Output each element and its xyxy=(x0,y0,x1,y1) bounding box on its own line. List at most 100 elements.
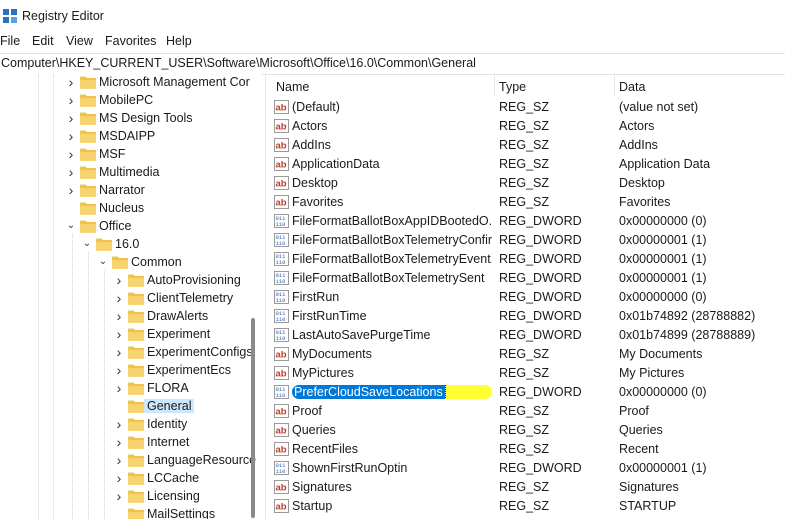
column-divider[interactable] xyxy=(614,74,615,96)
chevron-right-icon[interactable]: › xyxy=(114,345,124,359)
folder-icon xyxy=(128,508,144,519)
value-row[interactable]: 011 110 FirstRunTime REG_DWORD 0x01b74892 (2… xyxy=(266,307,785,326)
tree-node-label: LCCache xyxy=(147,471,200,485)
value-row[interactable]: 011 110 FirstRun REG_DWORD 0x00000000 (0) xyxy=(266,288,785,307)
chevron-right-icon[interactable]: › xyxy=(66,75,76,89)
tree-node-label: FLORA xyxy=(147,381,189,395)
value-row[interactable]: 011 110 FileFormatBallotBoxTelemetrySent RE… xyxy=(266,269,785,288)
tree-scrollbar-thumb[interactable] xyxy=(251,318,255,518)
value-row[interactable]: ab Desktop REG_SZ Desktop xyxy=(266,174,785,193)
string-value-icon: ab xyxy=(274,138,289,152)
value-row[interactable]: ab Favorites REG_SZ Favorites xyxy=(266,193,785,212)
menu-help[interactable]: Help xyxy=(166,34,192,48)
value-data: 0x00000001 (1) xyxy=(619,271,707,285)
tree-node-label: AutoProvisioning xyxy=(147,273,241,287)
address-path[interactable]: Computer\HKEY_CURRENT_USER\Software\Micr… xyxy=(1,56,476,70)
chevron-right-icon[interactable]: › xyxy=(66,111,76,125)
tree-guide-line xyxy=(88,252,89,519)
value-row[interactable]: 011 110 PreferCloudSaveLocations REG_DWORD 0… xyxy=(266,383,785,402)
column-divider[interactable] xyxy=(494,74,495,96)
tree-guide-line xyxy=(104,270,105,519)
value-row[interactable]: ab Actors REG_SZ Actors xyxy=(266,117,785,136)
tree-node-label: MailSettings xyxy=(147,507,216,519)
value-type: REG_SZ xyxy=(499,138,550,152)
value-data: 0x00000000 (0) xyxy=(619,290,707,304)
binary-value-icon: 011110 xyxy=(274,385,289,399)
value-name: FileFormatBallotBoxTelemetryConfir... xyxy=(292,233,492,247)
folder-icon xyxy=(128,328,144,341)
chevron-right-icon[interactable]: › xyxy=(114,291,124,305)
svg-text:110: 110 xyxy=(276,335,286,342)
svg-text:ab: ab xyxy=(276,483,287,494)
value-type: REG_SZ xyxy=(499,499,550,513)
folder-icon xyxy=(128,382,144,395)
value-row[interactable]: ab Proof REG_SZ Proof xyxy=(266,402,785,421)
string-value-icon: ab xyxy=(274,499,289,513)
values-list[interactable]: Name Type Data ab (Default) REG_SZ (value n… xyxy=(266,74,785,519)
column-header-data[interactable]: Data xyxy=(619,80,645,94)
svg-text:110: 110 xyxy=(276,278,286,285)
binary-value-icon: 011110 xyxy=(274,309,289,323)
value-row[interactable]: 011 110 FileFormatBallotBoxTelemetryEvent.… xyxy=(266,250,785,269)
value-row[interactable]: ab ApplicationData REG_SZ Application Data xyxy=(266,155,785,174)
chevron-right-icon[interactable]: › xyxy=(114,435,124,449)
value-type: REG_DWORD xyxy=(499,328,582,342)
key-tree[interactable]: › Microsoft Management Cor › MobilePC › MS De… xyxy=(0,74,262,519)
chevron-right-icon[interactable]: › xyxy=(114,327,124,341)
menu-file[interactable]: File xyxy=(0,34,20,48)
value-row[interactable]: ab MyPictures REG_SZ My Pictures xyxy=(266,364,785,383)
svg-text:110: 110 xyxy=(276,392,286,399)
value-data: 0x00000001 (1) xyxy=(619,252,707,266)
chevron-right-icon[interactable]: › xyxy=(114,309,124,323)
value-row[interactable]: ab RecentFiles REG_SZ Recent xyxy=(266,440,785,459)
chevron-right-icon[interactable]: › xyxy=(66,183,76,197)
column-header-name[interactable]: Name xyxy=(276,80,309,94)
value-row[interactable]: ab AddIns REG_SZ AddIns xyxy=(266,136,785,155)
column-header-type[interactable]: Type xyxy=(499,80,526,94)
menu-edit[interactable]: Edit xyxy=(32,34,54,48)
chevron-right-icon[interactable]: › xyxy=(114,363,124,377)
binary-value-icon: 011110 xyxy=(274,328,289,342)
chevron-down-icon[interactable]: ⌄ xyxy=(82,238,92,250)
value-row[interactable]: 011 110 FileFormatBallotBoxTelemetryConfir… xyxy=(266,231,785,250)
tree-node-label: MSF xyxy=(99,147,126,161)
chevron-right-icon[interactable]: › xyxy=(66,129,76,143)
chevron-right-icon[interactable]: › xyxy=(66,147,76,161)
chevron-right-icon[interactable]: › xyxy=(114,381,124,395)
value-data: 0x00000001 (1) xyxy=(619,233,707,247)
value-row[interactable]: 011 110 FileFormatBallotBoxAppIDBootedO...… xyxy=(266,212,785,231)
menu-view[interactable]: View xyxy=(66,34,93,48)
value-data: My Pictures xyxy=(619,366,685,380)
value-data: 0x01b74899 (28788889) xyxy=(619,328,756,342)
svg-text:110: 110 xyxy=(276,468,286,475)
value-name: FileFormatBallotBoxAppIDBootedO... xyxy=(292,214,492,228)
chevron-down-icon[interactable]: ⌄ xyxy=(98,256,108,268)
chevron-right-icon[interactable]: › xyxy=(114,273,124,287)
title-bar: Registry Editor xyxy=(0,0,785,32)
value-row[interactable]: 011 110 ShownFirstRunOptin REG_DWORD 0x00000… xyxy=(266,459,785,478)
chevron-right-icon[interactable]: › xyxy=(114,489,124,503)
chevron-right-icon[interactable]: › xyxy=(66,93,76,107)
value-data: (value not set) xyxy=(619,100,699,114)
value-type: REG_SZ xyxy=(499,423,550,437)
value-type: REG_DWORD xyxy=(499,309,582,323)
chevron-right-icon[interactable]: › xyxy=(114,417,124,431)
menu-favorites[interactable]: Favorites xyxy=(105,34,156,48)
folder-icon xyxy=(128,454,144,467)
address-bar[interactable]: Computer\HKEY_CURRENT_USER\Software\Micr… xyxy=(0,53,785,75)
value-name: MyPictures xyxy=(292,366,354,380)
value-row[interactable]: ab Startup REG_SZ STARTUP xyxy=(266,497,785,516)
value-row[interactable]: ab Signatures REG_SZ Signatures xyxy=(266,478,785,497)
chevron-right-icon[interactable]: › xyxy=(114,471,124,485)
value-row[interactable]: 011 110 LastAutoSavePurgeTime REG_DWORD 0x01… xyxy=(266,326,785,345)
value-row[interactable]: ab (Default) REG_SZ (value not set) xyxy=(266,98,785,117)
value-row[interactable]: ab MyDocuments REG_SZ My Documents xyxy=(266,345,785,364)
tree-node-label: Nucleus xyxy=(99,201,145,215)
value-row[interactable]: ab Queries REG_SZ Queries xyxy=(266,421,785,440)
chevron-down-icon[interactable]: ⌄ xyxy=(66,220,76,232)
chevron-right-icon[interactable]: › xyxy=(114,453,124,467)
chevron-right-icon[interactable]: › xyxy=(66,165,76,179)
value-data: 0x00000000 (0) xyxy=(619,385,707,399)
